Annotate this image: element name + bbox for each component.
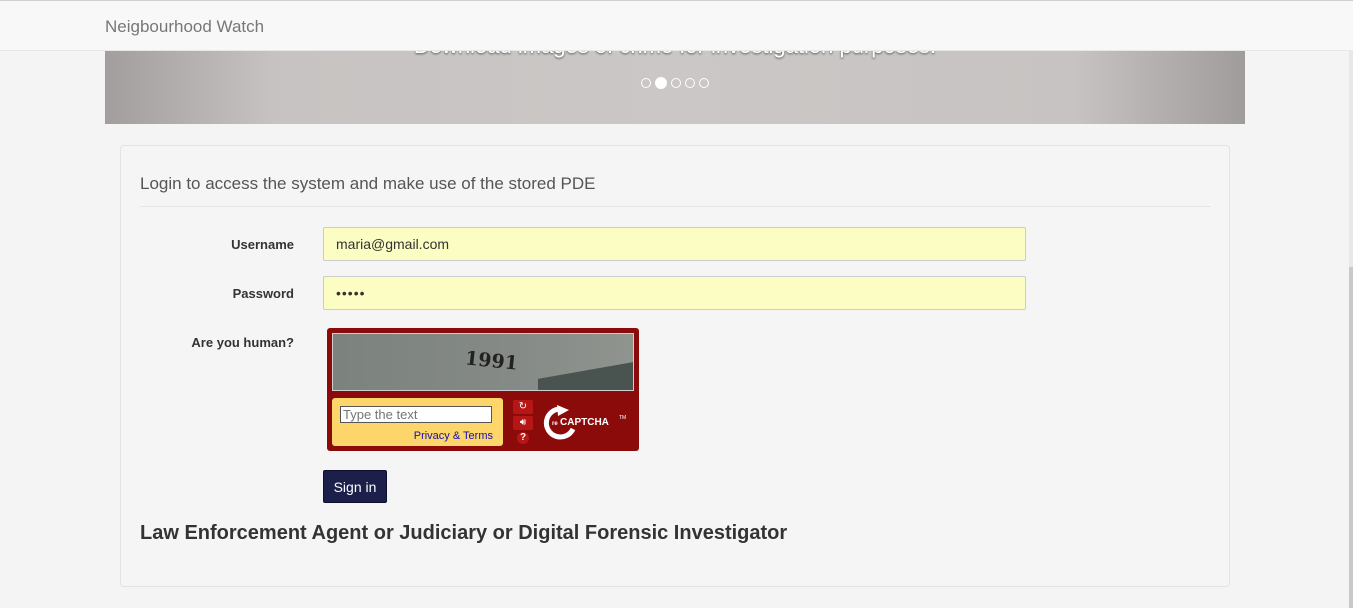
password-label: Password	[232, 286, 294, 301]
scrollbar-thumb[interactable]	[1349, 267, 1353, 608]
help-icon[interactable]: ?	[517, 432, 529, 444]
username-input[interactable]	[323, 227, 1026, 261]
captcha-privacy-terms-link[interactable]: Privacy & Terms	[414, 430, 493, 442]
captcha-challenge-image: 1991	[332, 333, 634, 391]
role-title: Law Enforcement Agent or Judiciary or Di…	[140, 522, 788, 544]
recaptcha-logo-icon: re CAPTCHA TM	[543, 405, 626, 440]
password-input[interactable]: •••••	[323, 276, 1026, 310]
svg-text:re: re	[552, 421, 558, 427]
carousel-indicator-1[interactable]	[641, 78, 651, 88]
carousel-indicator-2[interactable]	[655, 77, 667, 89]
image-carousel: Download images of crime for investigati…	[105, 51, 1245, 124]
refresh-icon[interactable]: ↻	[513, 400, 533, 414]
sign-in-button[interactable]: Sign in	[323, 470, 387, 503]
speaker-icon[interactable]: 🔊︎	[513, 416, 533, 430]
captcha-response-area: Privacy & Terms	[332, 398, 503, 446]
captcha-image-shape	[538, 361, 633, 390]
login-panel: Login to access the system and make use …	[120, 145, 1230, 587]
carousel-indicators	[105, 77, 1245, 89]
login-heading: Login to access the system and make use …	[140, 174, 1211, 207]
carousel-indicator-3[interactable]	[671, 78, 681, 88]
svg-text:CAPTCHA: CAPTCHA	[560, 417, 609, 428]
brand-link[interactable]: Neigbourhood Watch	[105, 17, 264, 37]
svg-text:TM: TM	[619, 415, 626, 421]
username-label: Username	[231, 237, 294, 252]
top-navbar: Neigbourhood Watch	[0, 0, 1353, 51]
page-scrollbar[interactable]	[1349, 51, 1353, 608]
captcha-response-input[interactable]	[340, 406, 492, 423]
carousel-caption: Download images of crime for investigati…	[105, 51, 1245, 59]
captcha-label: Are you human?	[191, 335, 294, 350]
carousel-indicator-4[interactable]	[685, 78, 695, 88]
recaptcha-widget: 1991 Privacy & Terms ↻ 🔊︎ ? re CAPTCHA T…	[327, 328, 639, 451]
captcha-challenge-text: 1991	[463, 347, 519, 375]
carousel-indicator-5[interactable]	[699, 78, 709, 88]
